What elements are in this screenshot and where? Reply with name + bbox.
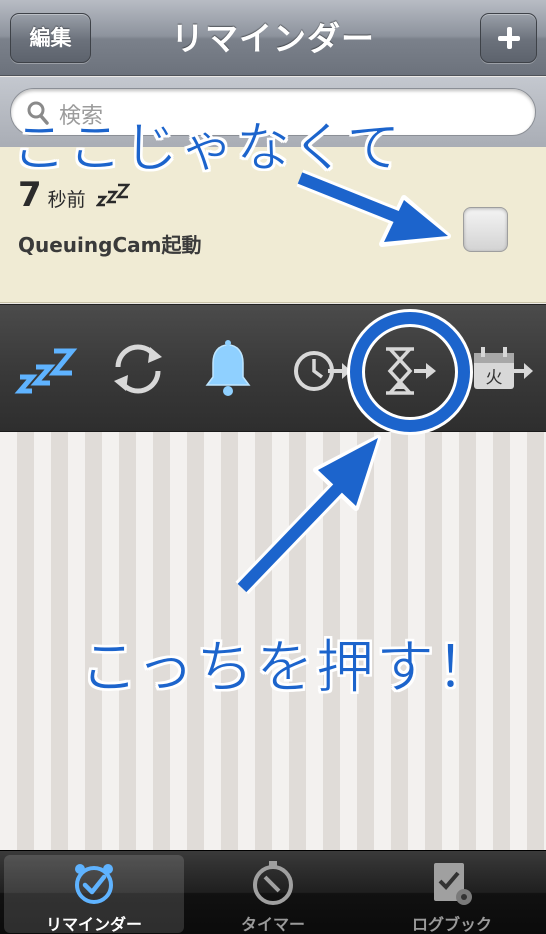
navigation-bar: 編集 リマインダー (0, 0, 546, 76)
tab-timer[interactable]: タイマー (183, 855, 363, 934)
time-unit: 秒前 (47, 189, 86, 211)
tab-label: ログブック (411, 915, 492, 934)
hourglass-arrow-icon[interactable] (374, 337, 438, 401)
clock-arrow-icon[interactable] (288, 337, 352, 401)
add-button[interactable] (480, 13, 537, 63)
annotation-text-top: ここじゃなくて (11, 116, 403, 180)
complete-checkbox[interactable] (463, 207, 508, 252)
alarm-clock-icon (75, 864, 113, 904)
page-title: リマインダー (171, 19, 375, 58)
tab-label: タイマー (240, 915, 305, 934)
bell-icon[interactable] (196, 337, 260, 401)
tab-logbook[interactable]: ログブック (362, 855, 542, 934)
calendar-arrow-icon[interactable]: 火 (470, 337, 534, 401)
action-toolbar: 火 (0, 304, 546, 432)
repeat-icon[interactable] (106, 337, 170, 401)
tab-label: リマインダー (45, 915, 142, 934)
zzz-icon[interactable] (14, 337, 78, 401)
reminder-title: QueuingCam起動 (18, 233, 202, 257)
stopwatch-icon (253, 861, 293, 905)
weekday-label: 火 (486, 368, 503, 388)
logbook-icon (434, 863, 472, 905)
tab-reminders[interactable]: リマインダー (4, 855, 184, 934)
annotation-text-bottom: こっちを押す！ (80, 633, 496, 702)
tab-bar: リマインダー タイマー ログブック (0, 850, 546, 934)
zzz-icon (96, 183, 130, 207)
